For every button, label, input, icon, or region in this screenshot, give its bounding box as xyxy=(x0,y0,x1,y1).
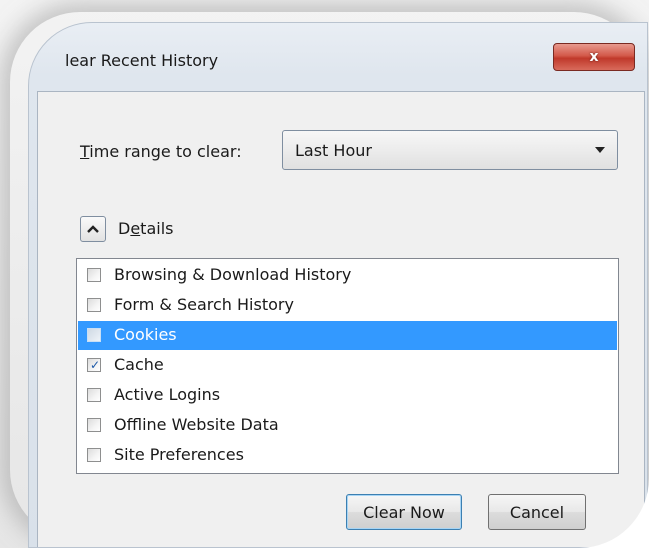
chevron-down-icon xyxy=(595,147,605,153)
list-item-label: Cache xyxy=(114,355,164,374)
list-item-label: Offline Website Data xyxy=(114,415,279,434)
clear-history-dialog: lear Recent History x Time range to clea… xyxy=(28,22,648,548)
list-item-label: Cookies xyxy=(114,325,177,344)
checkbox[interactable] xyxy=(87,448,101,462)
details-label: Details xyxy=(118,219,173,238)
details-toggle-button[interactable] xyxy=(80,216,106,242)
checkbox[interactable] xyxy=(87,388,101,402)
list-item-label: Site Preferences xyxy=(114,445,244,464)
list-item[interactable]: Offline Website Data xyxy=(78,411,617,440)
list-item-label: Form & Search History xyxy=(114,295,294,314)
checkbox[interactable] xyxy=(87,268,101,282)
details-label-accel: e xyxy=(130,219,141,238)
close-icon: x xyxy=(589,49,599,65)
close-button[interactable]: x xyxy=(553,43,635,71)
checkbox[interactable] xyxy=(87,418,101,432)
list-item[interactable]: Browsing & Download History xyxy=(78,261,617,290)
checkbox[interactable]: ✓ xyxy=(87,358,101,372)
details-label-first: D xyxy=(118,219,131,238)
time-range-value: Last Hour xyxy=(295,141,372,160)
list-item-label: Browsing & Download History xyxy=(114,265,352,284)
time-range-select[interactable]: Last Hour xyxy=(282,130,618,170)
checkmark-icon: ✓ xyxy=(90,358,101,372)
chevron-up-icon xyxy=(87,225,99,233)
clear-now-button[interactable]: Clear Now xyxy=(346,494,462,530)
checkbox[interactable] xyxy=(87,328,101,342)
checkbox[interactable] xyxy=(87,298,101,312)
time-range-label-text: ime range to clear: xyxy=(89,142,242,161)
history-items-list[interactable]: Browsing & Download History Form & Search… xyxy=(76,258,619,474)
time-range-label-accel: T xyxy=(80,142,90,161)
window-title: lear Recent History xyxy=(65,51,219,70)
details-label-rest: tails xyxy=(140,219,174,238)
list-item[interactable]: Site Preferences xyxy=(78,441,617,470)
dialog-body: Time range to clear: Last Hour Details B… xyxy=(37,91,645,547)
cancel-button[interactable]: Cancel xyxy=(488,494,586,530)
list-item-label: Active Logins xyxy=(114,385,221,404)
list-item[interactable]: Cookies xyxy=(78,321,617,350)
list-item[interactable]: ✓ Cache xyxy=(78,351,617,380)
list-item[interactable]: Active Logins xyxy=(78,381,617,410)
time-range-label: Time range to clear: xyxy=(80,142,242,161)
list-item[interactable]: Form & Search History xyxy=(78,291,617,320)
